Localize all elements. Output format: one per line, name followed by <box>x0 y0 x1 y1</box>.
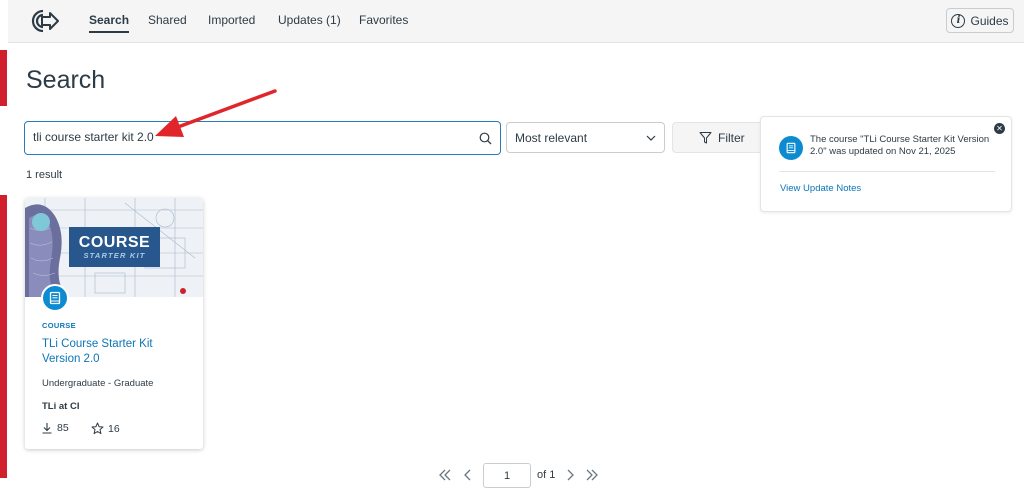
card-banner: COURSE STARTER KIT <box>69 227 160 267</box>
edge-mark <box>0 50 7 106</box>
course-type-badge <box>41 284 69 312</box>
card-type-label: COURSE <box>42 321 76 330</box>
result-count: 1 result <box>26 169 63 181</box>
course-book-icon <box>779 136 803 160</box>
download-icon <box>42 423 52 434</box>
tab-imported[interactable]: Imported <box>208 13 255 33</box>
view-update-notes-link[interactable]: View Update Notes <box>780 183 861 194</box>
tab-updates[interactable]: Updates (1) <box>278 13 341 33</box>
double-chevron-left-icon <box>439 469 451 481</box>
close-icon[interactable]: ✕ <box>994 123 1005 134</box>
info-icon: i <box>951 13 966 28</box>
guides-button[interactable]: i Guides <box>946 8 1014 33</box>
page-title: Search <box>26 66 106 94</box>
update-notification: The course "TLi Course Starter Kit Versi… <box>760 116 1012 212</box>
last-page-button[interactable] <box>585 468 599 482</box>
double-chevron-right-icon <box>586 469 598 481</box>
download-count: 85 <box>41 422 69 434</box>
tab-favorites[interactable]: Favorites <box>359 13 408 33</box>
card-author: TLi at CI <box>42 401 80 412</box>
chevron-right-icon <box>567 469 574 481</box>
chevron-down-icon <box>646 135 656 141</box>
search-field[interactable] <box>24 121 501 155</box>
next-page-button[interactable] <box>563 468 577 482</box>
banner-title: COURSE <box>78 234 151 251</box>
page-number-input[interactable] <box>483 463 531 488</box>
favorite-count: 16 <box>91 422 120 435</box>
sort-selected-value: Most relevant <box>515 130 588 145</box>
favorite-count-value: 16 <box>108 422 120 435</box>
card-thumbnail: COURSE STARTER KIT <box>25 198 203 297</box>
chevron-left-icon <box>464 469 471 481</box>
tab-shared[interactable]: Shared <box>148 13 187 33</box>
previous-page-button[interactable] <box>461 468 475 482</box>
notification-divider <box>779 171 995 172</box>
filter-icon <box>699 132 712 144</box>
sort-select[interactable]: Most relevant <box>506 122 665 153</box>
filter-button[interactable]: Filter <box>672 122 772 153</box>
first-page-button[interactable] <box>438 468 452 482</box>
search-icon[interactable] <box>479 132 492 145</box>
banner-subtitle: STARTER KIT <box>83 251 146 260</box>
commons-logo-icon[interactable] <box>30 8 60 34</box>
course-book-icon <box>49 291 61 305</box>
search-input[interactable] <box>33 130 463 144</box>
card-level: Undergraduate - Graduate <box>42 378 154 389</box>
edge-mark <box>0 195 7 478</box>
star-icon[interactable] <box>91 422 104 435</box>
card-title-link[interactable]: TLi Course Starter Kit Version 2.0 <box>42 337 192 367</box>
tab-search[interactable]: Search <box>89 13 130 33</box>
notification-message: The course "TLi Course Starter Kit Versi… <box>810 134 990 157</box>
filter-label: Filter <box>718 130 745 145</box>
top-nav-bar: Search Shared Imported Updates (1) Favor… <box>8 0 1024 43</box>
guides-label: Guides <box>970 13 1009 28</box>
download-count-value: 85 <box>57 422 69 434</box>
resource-card[interactable]: COURSE STARTER KIT COURSE TLi Course Sta… <box>25 198 203 449</box>
page-total-label: of 1 <box>537 469 556 481</box>
